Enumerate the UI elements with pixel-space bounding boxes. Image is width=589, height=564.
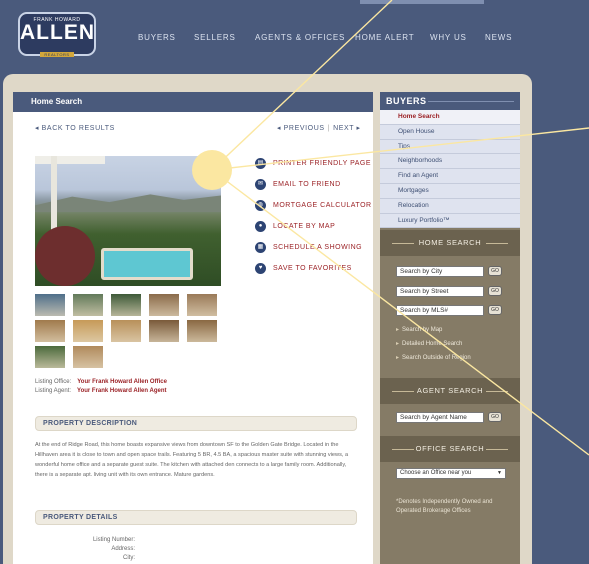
sidebar-item-find-agent[interactable]: Find an Agent <box>380 169 520 184</box>
sidebar-heading: BUYERS <box>380 92 520 110</box>
action-label: MORTGAGE CALCULATOR <box>273 202 372 209</box>
sidebar: BUYERS Home Search Open House Tips Neigh… <box>380 92 520 564</box>
sidebar-item-luxury-portfolio[interactable]: Luxury Portfolio™ <box>380 214 520 229</box>
globe-icon: ◍ <box>255 200 266 211</box>
detail-label: City: <box>123 555 135 561</box>
calendar-icon: ▦ <box>255 242 266 253</box>
heading-rule <box>486 391 508 392</box>
thumbnail-8[interactable] <box>111 320 141 342</box>
office-search-heading-text: OFFICE SEARCH <box>415 444 485 453</box>
action-label: SCHEDULE A SHOWING <box>273 244 363 251</box>
heading-rule <box>392 243 414 244</box>
main-content: Home Search ◂ BACK TO RESULTS ◂ PREVIOUS… <box>13 92 373 564</box>
sidebar-item-home-search[interactable]: Home Search <box>380 110 520 125</box>
sidebar-item-mortgages[interactable]: Mortgages <box>380 184 520 199</box>
search-outside-region-link[interactable]: Search Outside of Region <box>396 354 471 361</box>
pager-separator: | <box>327 125 331 132</box>
detailed-search-link[interactable]: Detailed Home Search <box>396 340 462 347</box>
home-search-heading-text: HOME SEARCH <box>418 238 482 247</box>
nav-home-alert[interactable]: HOME ALERT <box>355 33 414 42</box>
go-button[interactable]: GO <box>488 266 502 276</box>
pager: ◂ PREVIOUS | NEXT ▸ <box>277 124 361 132</box>
nav-sellers[interactable]: SELLERS <box>194 33 236 42</box>
photo-hills <box>35 194 221 212</box>
thumbnail-3[interactable] <box>111 294 141 316</box>
listing-agent-info: Listing Office: Your Frank Howard Allen O… <box>35 378 167 396</box>
map-pin-icon: ● <box>255 221 266 232</box>
search-mls-input[interactable]: Search by MLS# <box>396 305 484 316</box>
thumbnail-5[interactable] <box>187 294 217 316</box>
sidebar-item-relocation[interactable]: Relocation <box>380 199 520 214</box>
go-button[interactable]: GO <box>488 412 502 422</box>
detail-label: Address: <box>111 546 135 552</box>
property-description-text: At the end of Ridge Road, this home boas… <box>35 442 349 478</box>
listing-office-value[interactable]: Your Frank Howard Allen Office <box>77 379 167 385</box>
printer-icon: ▤ <box>255 158 266 169</box>
agent-search-heading-text: AGENT SEARCH <box>416 386 484 395</box>
heading-rule <box>392 449 414 450</box>
thumbnail-1[interactable] <box>35 294 65 316</box>
search-by-map-link[interactable]: Search by Map <box>396 326 442 333</box>
thumbnail-7[interactable] <box>73 320 103 342</box>
heading-rule <box>428 101 514 102</box>
search-agent-input[interactable]: Search by Agent Name <box>396 412 484 423</box>
thumbnail-12[interactable] <box>73 346 103 368</box>
nav-buyers[interactable]: BUYERS <box>138 33 176 42</box>
envelope-icon: ✉ <box>255 179 266 190</box>
action-label: EMAIL TO FRIEND <box>273 181 341 188</box>
thumbnail-9[interactable] <box>149 320 179 342</box>
search-street-input[interactable]: Search by Street <box>396 286 484 297</box>
search-city-input[interactable]: Search by City <box>396 266 484 277</box>
photo-pergola <box>35 156 105 164</box>
property-details: Listing Number: Address: City: <box>35 536 135 563</box>
go-button[interactable]: GO <box>488 305 502 315</box>
go-button[interactable]: GO <box>488 286 502 296</box>
thumbnail-4[interactable] <box>149 294 179 316</box>
listing-agent-value[interactable]: Your Frank Howard Allen Agent <box>77 388 166 394</box>
previous-link[interactable]: ◂ PREVIOUS <box>277 125 325 132</box>
chevron-down-icon: ▼ <box>497 470 502 476</box>
heading-rule <box>392 391 414 392</box>
photo-bush <box>35 226 95 286</box>
thumbnail-2[interactable] <box>73 294 103 316</box>
sidebar-item-open-house[interactable]: Open House <box>380 125 520 140</box>
photo-pool <box>101 248 193 280</box>
brokerage-note: *Denotes Independently Owned and Operate… <box>396 499 493 514</box>
detail-label: Listing Number: <box>92 537 135 543</box>
heading-rule <box>486 449 508 450</box>
sidebar-item-neighborhoods[interactable]: Neighborhoods <box>380 154 520 170</box>
top-bar: FRANK HOWARD ALLEN REALTORS BUYERS SELLE… <box>0 0 589 76</box>
nav-news[interactable]: NEWS <box>485 33 512 42</box>
home-search-heading: HOME SEARCH <box>380 230 520 256</box>
logo[interactable]: FRANK HOWARD ALLEN REALTORS <box>18 12 96 57</box>
agent-search-heading: AGENT SEARCH <box>380 378 520 404</box>
sidebar-heading-text: BUYERS <box>386 96 427 106</box>
sidebar-item-tips[interactable]: Tips <box>380 140 520 155</box>
logo-name: ALLEN <box>20 21 95 44</box>
listing-office-label: Listing Office: <box>35 379 72 385</box>
office-select-value: Choose an Office near you <box>400 470 472 476</box>
office-search-heading: OFFICE SEARCH <box>380 436 520 462</box>
action-label: SAVE TO FAVORITES <box>273 265 352 272</box>
next-link[interactable]: NEXT ▸ <box>333 125 361 132</box>
thumbnail-11[interactable] <box>35 346 65 368</box>
thumbnail-6[interactable] <box>35 320 65 342</box>
action-label: PRINTER FRIENDLY PAGE <box>273 160 372 167</box>
action-label: LOCATE BY MAP <box>273 223 336 230</box>
nav-why-us[interactable]: WHY US <box>430 33 467 42</box>
page-title: Home Search <box>13 92 373 112</box>
heart-icon: ♥ <box>255 263 266 274</box>
property-photo[interactable] <box>35 156 221 286</box>
office-select[interactable]: Choose an Office near you ▼ <box>396 468 506 479</box>
top-strip <box>360 0 484 4</box>
property-description-heading: PROPERTY DESCRIPTION <box>35 416 357 431</box>
property-details-heading: PROPERTY DETAILS <box>35 510 357 525</box>
back-to-results-link[interactable]: ◂ BACK TO RESULTS <box>35 124 115 132</box>
heading-rule <box>486 243 508 244</box>
sidebar-menu: Home Search Open House Tips Neighborhood… <box>380 110 520 229</box>
listing-agent-label: Listing Agent: <box>35 388 72 394</box>
thumbnail-10[interactable] <box>187 320 217 342</box>
logo-sub-text: REALTORS <box>40 52 74 57</box>
nav-agents-offices[interactable]: AGENTS & OFFICES <box>255 33 345 42</box>
